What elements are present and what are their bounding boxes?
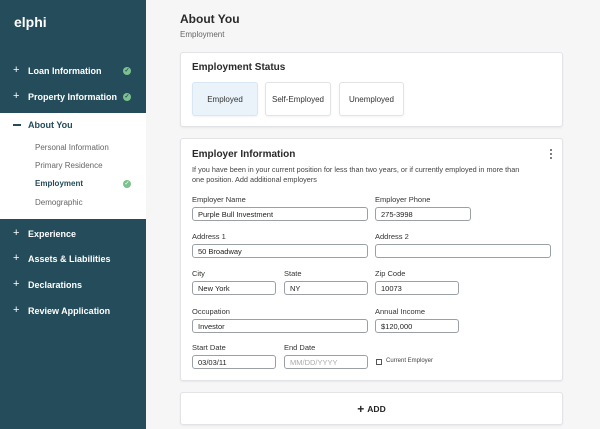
add-button-label: ADD (367, 403, 386, 414)
employer-phone-label: Employer Phone (375, 195, 431, 204)
current-employer-checkbox[interactable] (376, 359, 382, 365)
sidebar-item-review-application[interactable]: + Review Application (0, 301, 146, 321)
plus-icon: + (13, 252, 20, 264)
occupation-label: Occupation (192, 307, 230, 316)
card-title: Employment Status (192, 62, 286, 73)
add-employer-button[interactable]: + ADD (180, 392, 563, 425)
status-option-employed[interactable]: Employed (192, 82, 258, 116)
card-title: Employer Information (192, 149, 296, 160)
sidebar-item-about-you[interactable]: About You (28, 120, 73, 130)
sidebar: elphi + Loan Information ✓ + Property In… (0, 0, 146, 429)
zip-code-label: Zip Code (375, 269, 406, 278)
sidebar-item-assets-liabilities[interactable]: + Assets & Liabilities (0, 249, 146, 269)
state-label: State (284, 269, 302, 278)
sidebar-subitem-personal-information[interactable]: Personal Information (35, 143, 109, 152)
sidebar-subitem-employment[interactable]: Employment (35, 179, 83, 188)
sidebar-item-label: Review Application (28, 306, 111, 316)
annual-income-input[interactable] (375, 319, 459, 333)
employer-name-input[interactable] (192, 207, 368, 221)
sidebar-section-about-you: About You Personal Information Primary R… (0, 113, 146, 219)
address2-label: Address 2 (375, 232, 409, 241)
check-icon: ✓ (123, 67, 131, 75)
sidebar-item-property-information[interactable]: + Property Information ✓ (0, 84, 146, 113)
page-subtitle: Employment (180, 30, 225, 39)
address1-input[interactable] (192, 244, 368, 258)
zip-code-input[interactable] (375, 281, 459, 295)
state-input[interactable] (284, 281, 368, 295)
employment-status-card: Employment Status Employed Self-Employed… (180, 52, 563, 127)
plus-icon: + (357, 401, 365, 416)
annual-income-label: Annual Income (375, 307, 426, 316)
sidebar-item-label: Loan Information (28, 66, 102, 76)
employer-name-label: Employer Name (192, 195, 246, 204)
city-input[interactable] (192, 281, 276, 295)
sidebar-bottom-nav: + Experience + Assets & Liabilities + De… (0, 219, 146, 429)
current-employer-label: Current Employer (386, 358, 434, 364)
start-date-input[interactable] (192, 355, 276, 369)
employer-phone-input[interactable] (375, 207, 471, 221)
more-options-icon[interactable] (549, 149, 553, 160)
sidebar-item-label: Experience (28, 229, 77, 239)
address2-input[interactable] (375, 244, 551, 258)
end-date-input[interactable] (284, 355, 368, 369)
employer-information-card: Employer Information If you have been in… (180, 138, 563, 381)
plus-icon: + (13, 64, 20, 76)
page-title: About You (180, 12, 240, 26)
city-label: City (192, 269, 205, 278)
sidebar-item-experience[interactable]: + Experience (0, 224, 146, 244)
check-icon: ✓ (123, 93, 131, 101)
check-icon: ✓ (123, 180, 131, 188)
plus-icon: + (13, 278, 20, 290)
occupation-input[interactable] (192, 319, 368, 333)
sidebar-item-label: Assets & Liabilities (28, 254, 111, 264)
minus-icon[interactable] (13, 124, 21, 126)
sidebar-item-label: Declarations (28, 280, 83, 290)
plus-icon: + (13, 304, 20, 316)
sidebar-item-label: Property Information (28, 92, 118, 102)
sidebar-item-declarations[interactable]: + Declarations (0, 275, 146, 295)
brand-logo: elphi (14, 14, 47, 30)
plus-icon: + (13, 90, 20, 102)
status-option-unemployed[interactable]: Unemployed (339, 82, 404, 116)
brand-header: elphi (0, 0, 146, 58)
employer-description: If you have been in your current positio… (192, 165, 520, 184)
plus-icon: + (13, 227, 20, 239)
sidebar-subitem-primary-residence[interactable]: Primary Residence (35, 161, 103, 170)
end-date-label: End Date (284, 343, 316, 352)
sidebar-subitem-demographic[interactable]: Demographic (35, 198, 83, 207)
start-date-label: Start Date (192, 343, 226, 352)
sidebar-item-loan-information[interactable]: + Loan Information ✓ (0, 58, 146, 84)
status-option-self-employed[interactable]: Self-Employed (265, 82, 331, 116)
address1-label: Address 1 (192, 232, 226, 241)
